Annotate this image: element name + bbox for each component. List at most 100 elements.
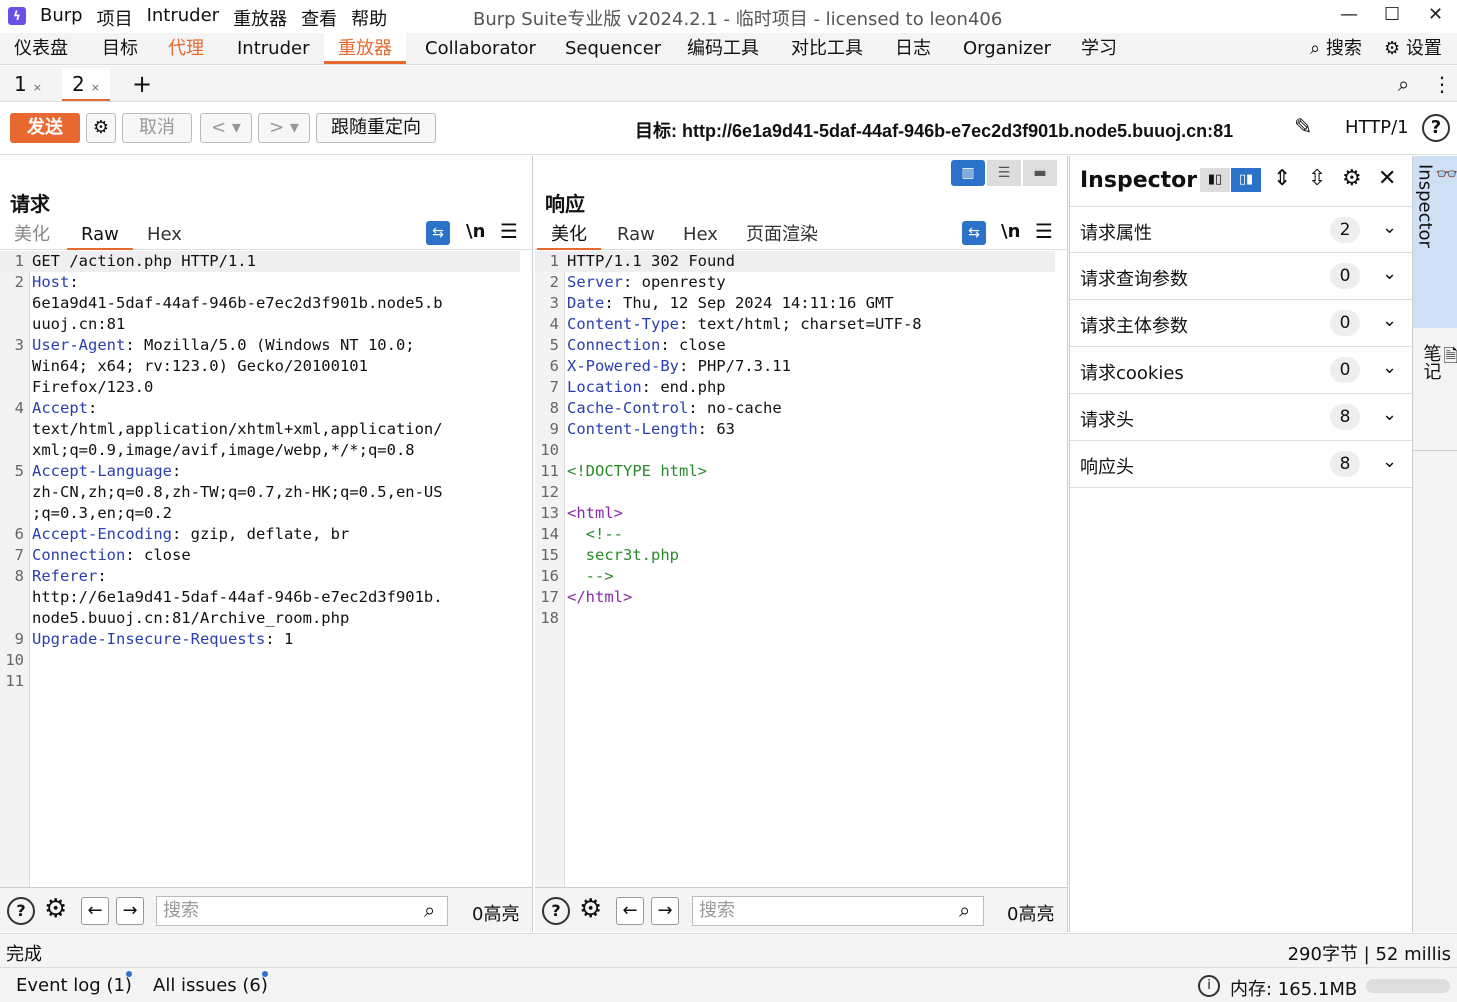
tab-pretty[interactable]: 美化 (537, 222, 601, 250)
inspector-section-label: 请求头 (1080, 410, 1134, 431)
follow-redirect-button[interactable]: 跟随重定向 (316, 113, 436, 143)
repeater-tab-label: 1 (14, 72, 27, 96)
tab-raw[interactable]: Raw (603, 222, 669, 250)
tab-dashboard[interactable]: 仪表盘 (0, 33, 82, 64)
more-options-icon[interactable]: ⋮ (1422, 68, 1457, 101)
settings-button[interactable]: ⚙ 设置 (1370, 33, 1456, 64)
send-button[interactable]: 发送 (10, 113, 80, 143)
tab-intruder[interactable]: Intruder (223, 33, 323, 64)
help-icon[interactable]: ? (7, 897, 35, 925)
code-line: 8 Referer: (0, 566, 520, 587)
next-match-arrow-icon[interactable]: → (116, 897, 144, 925)
menu-repeater[interactable]: 重放器 (233, 5, 287, 31)
previous-match-arrow-icon[interactable]: ← (616, 897, 644, 925)
header-value: text/html,application/xhtml+xml,applicat… (32, 420, 443, 438)
inspector-section[interactable]: 请求头 8 ⌄ (1070, 394, 1412, 441)
edit-target-pencil-icon[interactable]: ✎ (1294, 115, 1312, 140)
request-search-input[interactable]: 搜索 (156, 896, 448, 926)
header-value: : text/html; charset=UTF-8 (678, 315, 922, 333)
collapse-all-icon[interactable]: ⇳ (1308, 166, 1326, 191)
tab-target[interactable]: 目标 (88, 33, 152, 64)
add-tab-icon[interactable]: + (122, 68, 162, 101)
code-line: text/html,application/xhtml+xml,applicat… (0, 419, 520, 440)
line-text: <html> (567, 503, 623, 524)
chevron-down-icon[interactable]: ⌄ (1382, 263, 1397, 284)
line-number: 2 (14, 273, 24, 291)
sidebar-tab-notes[interactable]: 🗎 笔记 (1413, 336, 1457, 451)
inspector-section[interactable]: 请求主体参数 0 ⌄ (1070, 300, 1412, 347)
tab-hex[interactable]: Hex (133, 222, 196, 250)
response-editor[interactable]: 1 HTTP/1.1 302 Found 2 Server: openresty 3 Da… (535, 251, 1067, 887)
chevron-down-icon[interactable]: ⌄ (1382, 357, 1397, 378)
pane-menu-icon[interactable]: ☰ (1035, 219, 1053, 243)
tab-hex[interactable]: Hex (669, 222, 732, 250)
http-version-selector[interactable]: HTTP/1 (1345, 117, 1409, 138)
menu-view[interactable]: 查看 (301, 5, 337, 31)
menu-help[interactable]: 帮助 (351, 5, 387, 31)
expand-all-icon[interactable]: ⇕ (1273, 166, 1291, 191)
tab-decoder[interactable]: 编码工具 (673, 33, 773, 64)
gear-icon[interactable]: ⚙ (44, 894, 67, 924)
inspector-section[interactable]: 请求属性 2 ⌄ (1070, 206, 1412, 253)
tab-proxy[interactable]: 代理 (154, 33, 218, 64)
tab-sequencer[interactable]: Sequencer (551, 33, 675, 64)
tab-learn[interactable]: 学习 (1067, 33, 1131, 64)
help-icon[interactable]: ? (1422, 114, 1450, 142)
word-wrap-icon[interactable]: ⇆ (426, 221, 450, 245)
response-search-input[interactable]: 搜索 (692, 896, 984, 926)
chevron-down-icon[interactable]: ⌄ (1382, 451, 1397, 472)
tab-collaborator[interactable]: Collaborator (411, 33, 550, 64)
inspector-layout-right-icon[interactable]: ▯▮ (1231, 168, 1261, 192)
chevron-down-icon[interactable]: ⌄ (1382, 404, 1397, 425)
sidebar-tab-inspector[interactable]: 👓 Inspector (1413, 156, 1457, 328)
repeater-tab-2[interactable]: 2 × (62, 68, 110, 101)
show-newlines-toggle[interactable]: \n (1001, 221, 1020, 242)
maximize-icon[interactable]: ☐ (1384, 4, 1400, 25)
gear-icon[interactable]: ⚙ (579, 894, 602, 924)
tab-render[interactable]: 页面渲染 (732, 222, 832, 250)
tab-organizer[interactable]: Organizer (949, 33, 1065, 64)
close-icon[interactable]: ✕ (1378, 166, 1396, 191)
layout-tabs-icon[interactable]: ▬ (1023, 160, 1057, 186)
tab-comparer[interactable]: 对比工具 (777, 33, 877, 64)
history-forward-button[interactable]: > ▾ (258, 113, 310, 143)
history-back-button[interactable]: < ▾ (200, 113, 252, 143)
chevron-down-icon[interactable]: ⌄ (1382, 310, 1397, 331)
previous-match-arrow-icon[interactable]: ← (81, 897, 109, 925)
layout-top-bottom-icon[interactable]: ☰ (987, 160, 1021, 186)
inspector-section[interactable]: 请求查询参数 0 ⌄ (1070, 253, 1412, 300)
word-wrap-icon[interactable]: ⇆ (962, 221, 986, 245)
minimize-icon[interactable]: — (1340, 4, 1358, 25)
global-search-button[interactable]: ⌕ 搜索 (1296, 33, 1376, 64)
status-bar: 完成 290字节 | 52 millis (0, 933, 1457, 967)
help-icon[interactable]: ? (542, 897, 570, 925)
cancel-button[interactable]: 取消 (122, 113, 192, 143)
tab-logger[interactable]: 日志 (881, 33, 945, 64)
menu-intruder[interactable]: Intruder (147, 5, 219, 31)
inspector-layout-left-icon[interactable]: ▮▯ (1200, 168, 1230, 192)
send-settings-gear-icon[interactable]: ⚙ (86, 113, 116, 143)
tab-raw[interactable]: Raw (67, 222, 133, 250)
menu-project[interactable]: 项目 (97, 5, 133, 31)
tab-search-icon[interactable]: ⌕ (1388, 68, 1419, 101)
show-newlines-toggle[interactable]: \n (466, 221, 485, 242)
header-name: Host (32, 273, 70, 291)
all-issues-link[interactable]: All issues (6) (153, 975, 268, 996)
inspector-section[interactable]: 响应头 8 ⌄ (1070, 441, 1412, 488)
event-log-link[interactable]: Event log (1) (16, 975, 132, 996)
close-tab-icon[interactable]: × (91, 81, 100, 94)
chevron-down-icon[interactable]: ⌄ (1382, 217, 1397, 238)
layout-side-by-side-icon[interactable]: ▥ (951, 160, 985, 186)
gear-icon[interactable]: ⚙ (1342, 166, 1362, 191)
close-tab-icon[interactable]: × (33, 81, 42, 94)
menu-burp[interactable]: Burp (40, 5, 83, 31)
repeater-tab-1[interactable]: 1 × (4, 68, 52, 101)
next-match-arrow-icon[interactable]: → (651, 897, 679, 925)
tab-repeater[interactable]: 重放器 (324, 33, 406, 64)
inspector-section[interactable]: 请求cookies 0 ⌄ (1070, 347, 1412, 394)
line-text: Win64; x64; rv:123.0) Gecko/20100101 (32, 356, 368, 377)
tab-pretty[interactable]: 美化 (0, 222, 64, 250)
close-icon[interactable]: ✕ (1428, 4, 1443, 25)
pane-menu-icon[interactable]: ☰ (500, 219, 518, 243)
request-editor[interactable]: 1 GET /action.php HTTP/1.1 2 Host: 6e1a9d41-… (0, 251, 532, 887)
